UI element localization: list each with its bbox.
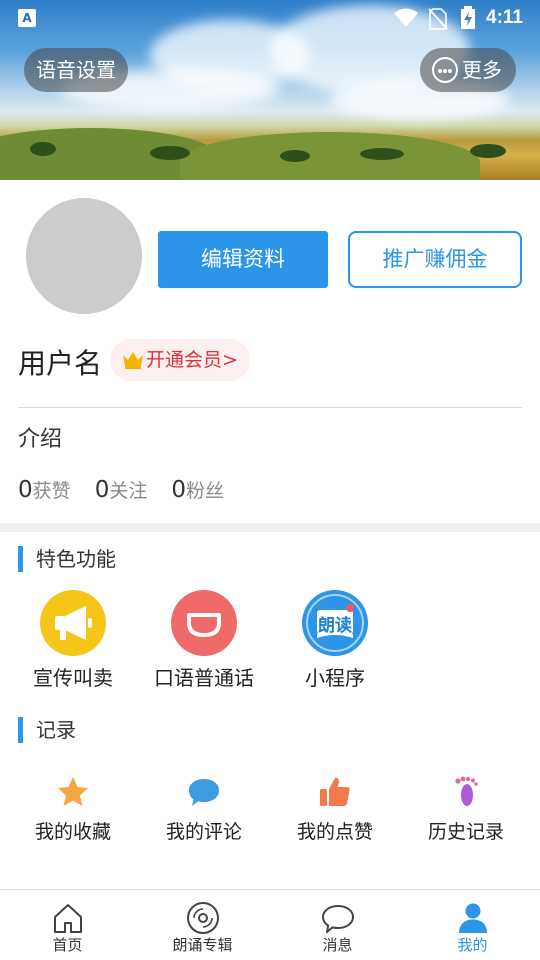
status-time: 4:11 [486,7,523,28]
feature-label: 宣传叫卖 [33,666,113,690]
record-history[interactable]: 历史记录 [401,775,531,844]
mouth-icon [171,590,237,656]
record-label: 历史记录 [427,821,504,843]
feature-label: 小程序 [305,666,365,690]
section-gap [0,523,540,532]
nav-label: 首页 [52,936,83,954]
record-comments[interactable]: 我的评论 [139,775,269,844]
edit-profile-button[interactable]: 编辑资料 [158,231,328,288]
feature-label: 口语普通话 [154,666,254,690]
intro-label: 介绍 [18,427,63,452]
feature-promo-hawking[interactable]: 宣传叫卖 [8,590,138,691]
app-notification-icon: A [18,9,36,27]
promote-earn-button[interactable]: 推广赚佣金 [348,231,522,288]
more-button[interactable]: 更多 [420,48,516,92]
disc-icon [186,902,219,934]
battery-charging-icon [461,6,475,29]
vip-label: 开通会员> [146,349,238,371]
home-icon [53,904,82,933]
voice-settings-button[interactable]: 语音设置 [24,48,128,92]
book-read-icon: 朗读 [302,590,368,656]
open-vip-badge[interactable]: 开通会员> [110,339,250,381]
book-read-icon-text: 朗读 [318,616,352,636]
megaphone-icon [40,590,106,656]
bottom-nav: 首页 朗诵专辑 消息 我的 [0,889,540,960]
stats-row: 0获赞 0关注 0粉丝 [18,476,242,503]
divider [18,407,522,408]
record-favorites[interactable]: 我的收藏 [8,775,138,844]
nav-item-messages[interactable]: 消息 [270,890,405,960]
record-likes[interactable]: 我的点赞 [270,775,400,844]
footprint-icon [455,776,478,806]
record-label: 我的收藏 [34,821,111,843]
nav-label: 消息 [322,936,353,954]
more-label: 更多 [462,58,502,82]
crown-icon [123,352,143,369]
no-sim-icon [428,8,448,30]
records-title: 记录 [18,717,76,743]
comment-icon [189,779,219,806]
person-icon [458,903,487,933]
stat-following[interactable]: 0关注 [95,476,148,503]
feature-mandarin[interactable]: 口语普通话 [139,590,269,691]
stat-followers[interactable]: 0粉丝 [171,476,224,503]
message-icon [321,905,354,933]
nav-label: 我的 [457,936,488,954]
username: 用户名 [18,347,103,380]
avatar[interactable] [26,198,142,314]
record-label: 我的评论 [165,821,242,843]
features-title: 特色功能 [18,546,116,572]
feature-mini-program[interactable]: 朗读 小程序 [270,590,400,691]
status-bar: A 4:11 [0,0,540,36]
star-icon [58,777,88,806]
record-label: 我的点赞 [296,821,373,843]
thumbs-up-icon [320,777,350,806]
nav-item-mine[interactable]: 我的 [405,890,540,960]
nav-item-home[interactable]: 首页 [0,890,135,960]
nav-label: 朗诵专辑 [172,936,233,954]
stat-likes[interactable]: 0获赞 [18,476,71,503]
wifi-icon [394,8,418,27]
nav-item-album[interactable]: 朗诵专辑 [135,890,270,960]
more-dots-icon [432,57,458,83]
